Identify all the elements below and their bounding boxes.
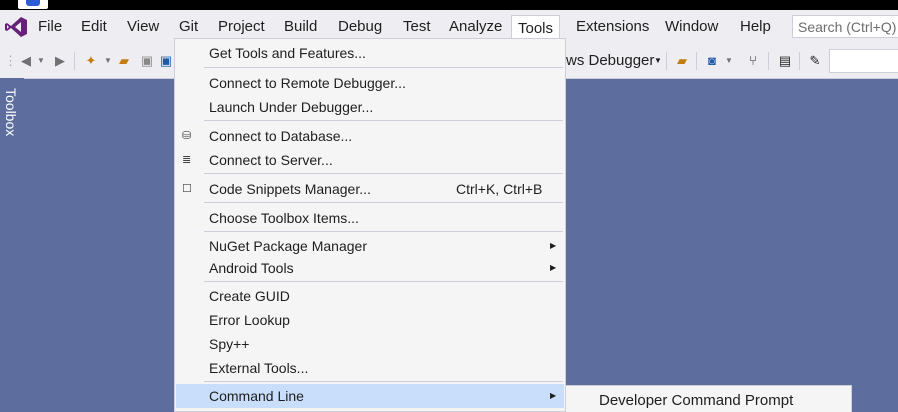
find-input[interactable] (829, 49, 898, 73)
menu-item-code-snippets[interactable]: ☐ Code Snippets Manager... Ctrl+K, Ctrl+… (176, 177, 564, 201)
menu-item-connect-remote-debugger[interactable]: Connect to Remote Debugger... (176, 71, 564, 95)
menu-edit[interactable]: Edit (75, 10, 113, 43)
title-strip (0, 0, 898, 10)
menu-item-nuget[interactable]: NuGet Package Manager ▶ (176, 234, 564, 258)
menu-item-android-tools[interactable]: Android Tools ▶ (176, 256, 564, 280)
menu-item-label: NuGet Package Manager (209, 238, 367, 254)
new-dropdown-icon[interactable]: ▼ (100, 53, 116, 69)
submenu-item-developer-command-prompt[interactable]: Developer Command Prompt (599, 390, 793, 412)
menu-item-label: Command Line (209, 388, 304, 404)
toolbar-separator (666, 52, 667, 70)
menu-window[interactable]: Window (659, 10, 724, 43)
menu-separator (204, 120, 563, 121)
folder-icon[interactable]: ▰ (674, 53, 690, 69)
app-icon (18, 0, 48, 9)
menu-separator (204, 231, 563, 232)
toolbox-label: Toolbox (3, 88, 19, 137)
menu-separator (204, 173, 563, 174)
format-icon[interactable]: ✎ (807, 53, 823, 69)
navigate-back-icon[interactable]: ◀ (18, 53, 34, 69)
start-debugger-label[interactable]: ws Debugger (566, 44, 654, 78)
menu-item-label: Connect to Remote Debugger... (209, 75, 406, 91)
menu-view[interactable]: View (121, 10, 165, 43)
submenu-arrow-icon: ▶ (550, 391, 557, 400)
submenu-arrow-icon: ▶ (550, 241, 557, 250)
toolbar-separator (799, 52, 800, 70)
search-input[interactable]: Search (Ctrl+Q) (792, 15, 898, 38)
toolbar-grip-icon: ⋮ (4, 53, 17, 68)
save-icon[interactable]: ▣ (139, 53, 155, 69)
menu-item-get-tools[interactable]: Get Tools and Features... (176, 41, 564, 65)
menu-separator (204, 381, 563, 382)
menu-separator (204, 67, 563, 68)
menu-item-label: Android Tools (209, 260, 294, 276)
menu-item-label: Error Lookup (209, 312, 290, 328)
new-project-icon[interactable]: ✦ (83, 53, 99, 69)
menu-help[interactable]: Help (734, 10, 777, 43)
comment-icon[interactable]: ▤ (777, 53, 793, 69)
navigate-forward-icon[interactable]: ▶ (52, 53, 68, 69)
menu-item-create-guid[interactable]: Create GUID (176, 284, 564, 308)
menu-item-choose-toolbox-items[interactable]: Choose Toolbox Items... (176, 206, 564, 230)
command-line-submenu: Developer Command Prompt (565, 385, 852, 412)
back-dropdown-icon[interactable]: ▼ (33, 53, 49, 69)
tools-menu: Get Tools and Features... Connect to Rem… (174, 38, 566, 412)
toolbar-separator (696, 52, 697, 70)
camera-icon[interactable]: ◙ (704, 53, 720, 69)
database-icon: ⛁ (182, 130, 192, 142)
camera-dropdown-icon[interactable]: ▼ (721, 53, 737, 69)
menu-item-shortcut: Ctrl+K, Ctrl+B (456, 181, 543, 197)
menu-item-label: Spy++ (209, 336, 250, 352)
menu-item-connect-server[interactable]: ≣ Connect to Server... (176, 148, 564, 172)
server-icon: ≣ (182, 154, 192, 166)
open-file-icon[interactable]: ▰ (116, 53, 132, 69)
menu-extensions[interactable]: Extensions (570, 10, 655, 43)
menu-item-label: Get Tools and Features... (209, 45, 366, 61)
menu-item-label: External Tools... (209, 360, 309, 376)
menu-separator (204, 281, 563, 282)
menu-item-label: Connect to Server... (209, 152, 333, 168)
menu-item-command-line[interactable]: Command Line ▶ (176, 384, 564, 408)
menu-item-label: Code Snippets Manager... (209, 181, 371, 197)
visual-studio-logo-icon (5, 17, 27, 37)
menu-separator (204, 202, 563, 203)
menu-item-external-tools[interactable]: External Tools... (176, 356, 564, 380)
snippet-icon: ☐ (182, 183, 192, 195)
save-all-icon[interactable]: ▣ (158, 53, 174, 69)
debugger-dropdown-icon[interactable]: ▼ (650, 53, 666, 69)
menu-item-connect-database[interactable]: ⛁ Connect to Database... (176, 124, 564, 148)
git-branch-icon[interactable]: ⑂ (745, 53, 761, 69)
menu-item-error-lookup[interactable]: Error Lookup (176, 308, 564, 332)
toolbar-separator (74, 52, 75, 70)
menu-item-spy[interactable]: Spy++ (176, 332, 564, 356)
submenu-arrow-icon: ▶ (550, 263, 557, 272)
toolbar-separator (768, 52, 769, 70)
menu-item-label: Create GUID (209, 288, 290, 304)
menu-item-label: Choose Toolbox Items... (209, 210, 359, 226)
menu-item-label: Launch Under Debugger... (209, 99, 374, 115)
menu-item-label: Connect to Database... (209, 128, 353, 144)
menu-file[interactable]: File (32, 10, 68, 43)
menu-item-launch-under-debugger[interactable]: Launch Under Debugger... (176, 95, 564, 119)
